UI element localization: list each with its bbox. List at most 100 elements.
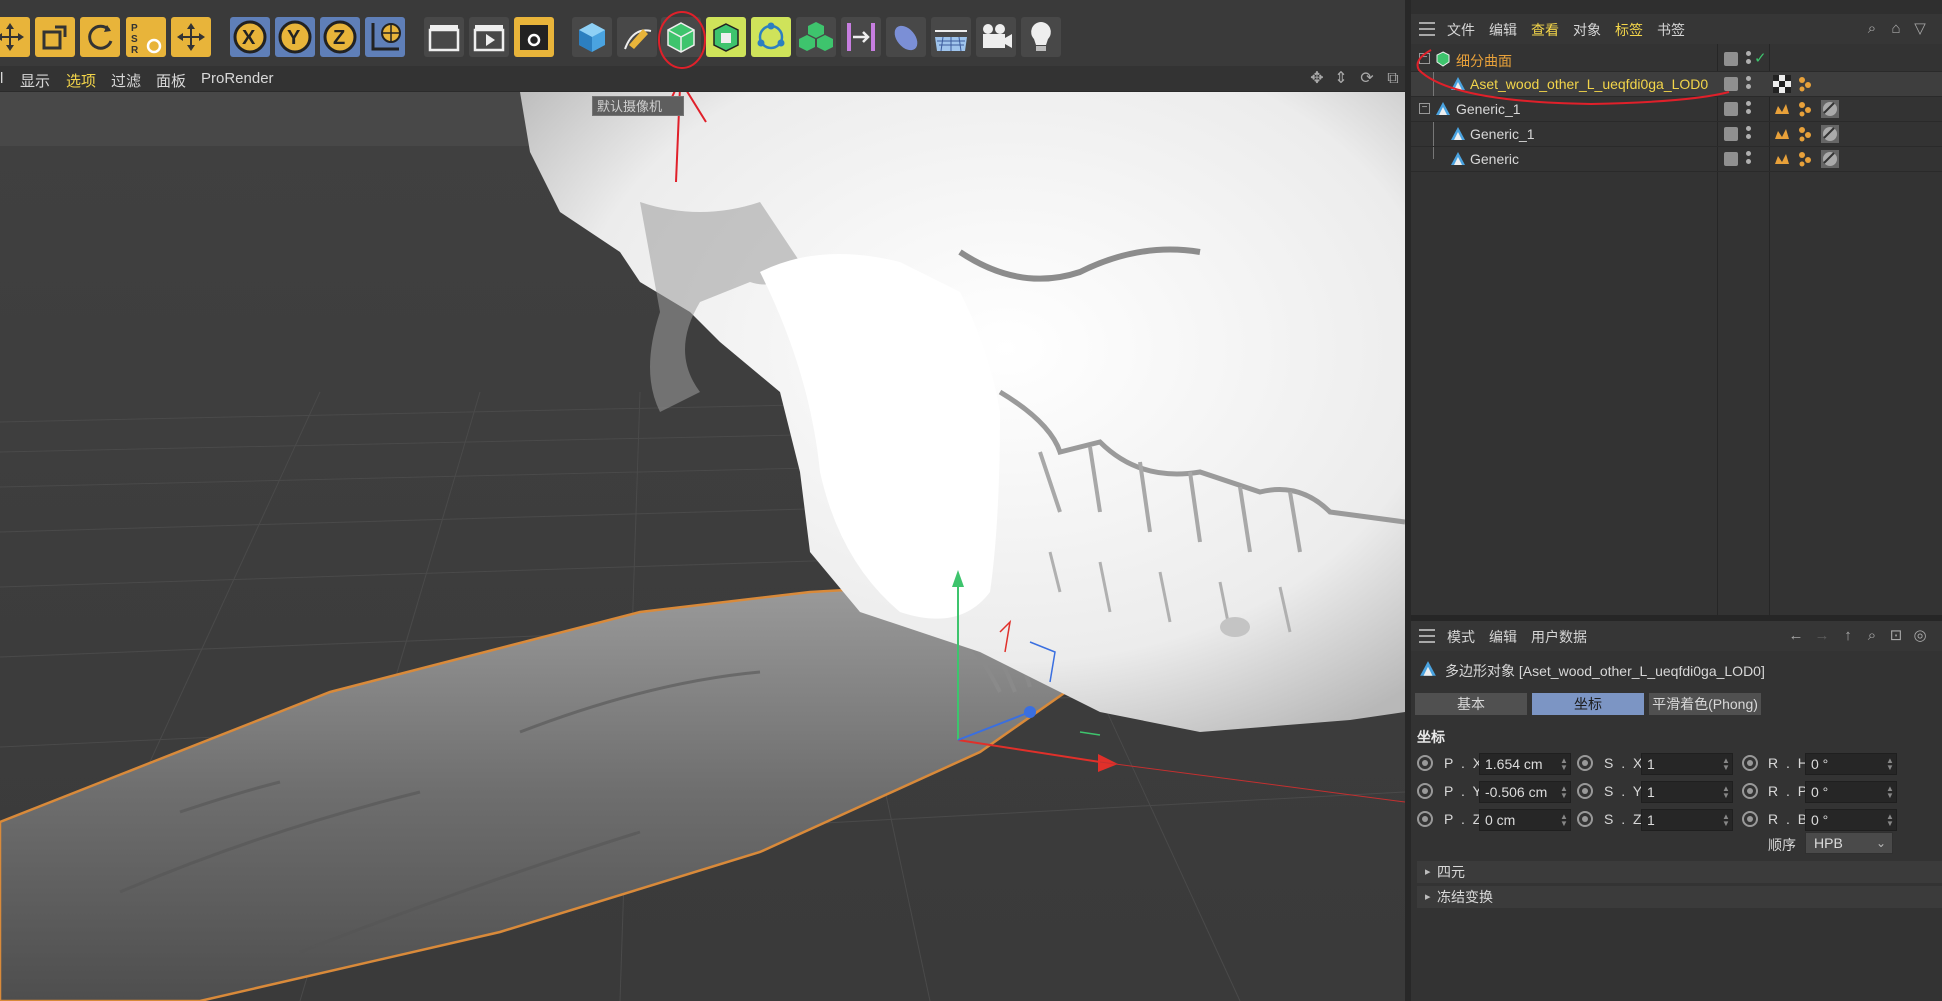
object-row[interactable]: Generic_1 [1411,122,1942,147]
uvw-tag-icon[interactable] [1773,100,1791,118]
menu-bookmarks[interactable]: 书签 [1657,20,1685,40]
render-view-icon[interactable] [424,17,464,57]
menu-edit[interactable]: 编辑 [1489,20,1517,40]
spinner-icon[interactable]: ▲ ▼ [1722,757,1730,772]
rb-field[interactable]: 0 ° ▲ ▼ [1805,809,1897,831]
search-icon[interactable]: ⌕ [1863,20,1881,38]
visibility-dots-icon[interactable] [1746,151,1752,167]
viewport-menu-filter[interactable]: 过滤 [111,70,141,91]
menu-tags[interactable]: 标签 [1615,20,1643,40]
menu-object[interactable]: 对象 [1573,20,1601,40]
spinner-icon[interactable]: ▲ ▼ [1560,757,1568,772]
mograph-cloner-cubes-icon[interactable] [796,17,836,57]
uvw-tag-icon[interactable] [1773,125,1791,143]
render-settings-icon[interactable] [514,17,554,57]
spinner-icon[interactable]: ▲ ▼ [1722,813,1730,828]
pen-spline-icon[interactable] [617,17,657,57]
animate-rb-radio[interactable] [1742,811,1758,827]
pan-view-icon[interactable]: ✥ [1308,70,1326,88]
rh-field[interactable]: 0 ° ▲ ▼ [1805,753,1897,775]
animate-sx-radio[interactable] [1577,755,1593,771]
material-tag-icon[interactable] [1821,100,1839,118]
orbit-view-icon[interactable]: ⟳ [1358,70,1376,88]
render-to-picture-viewer-icon[interactable] [469,17,509,57]
material-tag-icon[interactable] [1821,125,1839,143]
search-icon[interactable]: ⌕ [1863,627,1881,645]
dolly-view-icon[interactable]: ⇕ [1332,70,1350,88]
camera-object-icon[interactable] [976,17,1016,57]
spinner-icon[interactable]: ▲ ▼ [1560,813,1568,828]
viewport-menu-display[interactable]: 显示 [20,70,50,91]
viewport-menu-panel[interactable]: 面板 [156,70,186,91]
back-arrow-icon[interactable]: ← [1787,627,1805,645]
z-axis-lock-icon[interactable]: Z [320,17,360,57]
lock-icon[interactable]: ⊡ [1887,627,1905,645]
viewport-menu-options[interactable]: 选项 [66,70,96,91]
spinner-icon[interactable]: ▲ ▼ [1886,757,1894,772]
move-tool-icon[interactable] [0,17,30,57]
viewport-menu-view[interactable]: l [0,70,3,87]
hamburger-icon[interactable] [1419,22,1435,36]
cloner-icon[interactable] [751,17,791,57]
visibility-dots-icon[interactable] [1746,51,1752,67]
floor-environment-icon[interactable] [931,17,971,57]
field-object-icon[interactable] [886,17,926,57]
maximize-view-icon[interactable]: ⧉ [1384,70,1402,88]
sx-field[interactable]: 1 ▲ ▼ [1641,753,1733,775]
object-name[interactable]: Generic_1 [1470,126,1535,142]
menu-edit[interactable]: 编辑 [1489,627,1517,647]
px-field[interactable]: 1.654 cm ▲ ▼ [1479,753,1571,775]
spinner-icon[interactable]: ▲ ▼ [1886,813,1894,828]
pz-field[interactable]: 0 cm ▲ ▼ [1479,809,1571,831]
psr-tool-icon[interactable]: PSR [126,17,166,57]
x-axis-lock-icon[interactable]: X [230,17,270,57]
rotate-tool-icon[interactable] [80,17,120,57]
animate-px-radio[interactable] [1417,755,1433,771]
phong-tag-icon[interactable] [1797,150,1815,168]
up-arrow-icon[interactable]: ↑ [1839,627,1857,645]
deformer-bend-icon[interactable] [841,17,881,57]
viewport-menu-prorender[interactable]: ProRender [201,70,274,87]
layer-icon[interactable] [1724,152,1738,166]
hamburger-icon[interactable] [1419,629,1435,643]
forward-arrow-icon[interactable]: → [1813,627,1831,645]
cube-object-icon[interactable] [572,17,612,57]
object-name[interactable]: Generic [1470,151,1519,167]
material-tag-icon[interactable] [1821,150,1839,168]
sz-field[interactable]: 1 ▲ ▼ [1641,809,1733,831]
3d-viewport[interactable]: 默认摄像机 [0,92,1405,1001]
animate-py-radio[interactable] [1417,783,1433,799]
spinner-icon[interactable]: ▲ ▼ [1560,785,1568,800]
object-row[interactable]: Generic [1411,147,1942,172]
group-freeze-transform[interactable]: 冻结变换 [1417,886,1942,908]
animate-sy-radio[interactable] [1577,783,1593,799]
target-icon[interactable]: ◎ [1911,627,1929,645]
y-axis-lock-icon[interactable]: Y [275,17,315,57]
scale-tool-icon[interactable] [35,17,75,57]
uvw-tag-icon[interactable] [1773,150,1791,168]
tab-phong[interactable]: 平滑着色(Phong) [1649,693,1761,715]
tab-basic[interactable]: 基本 [1415,693,1527,715]
animate-rp-radio[interactable] [1742,783,1758,799]
light-object-icon[interactable] [1021,17,1061,57]
camera-label[interactable]: 默认摄像机 [592,96,684,116]
menu-file[interactable]: 文件 [1447,20,1475,40]
animate-sz-radio[interactable] [1577,811,1593,827]
home-icon[interactable]: ⌂ [1887,20,1905,38]
phong-tag-icon[interactable] [1797,100,1815,118]
visibility-dots-icon[interactable] [1746,76,1752,92]
spinner-icon[interactable]: ▲ ▼ [1886,785,1894,800]
transform-tool-icon[interactable] [171,17,211,57]
tab-coordinates[interactable]: 坐标 [1532,693,1644,715]
coordinate-system-icon[interactable] [365,17,405,57]
menu-user-data[interactable]: 用户数据 [1531,627,1587,647]
animate-rh-radio[interactable] [1742,755,1758,771]
visibility-dots-icon[interactable] [1746,126,1752,142]
py-field[interactable]: -0.506 cm ▲ ▼ [1479,781,1571,803]
animate-pz-radio[interactable] [1417,811,1433,827]
phong-tag-icon[interactable] [1797,75,1815,93]
menu-mode[interactable]: 模式 [1447,627,1475,647]
phong-tag-icon[interactable] [1797,125,1815,143]
spinner-icon[interactable]: ▲ ▼ [1722,785,1730,800]
group-quaternion[interactable]: 四元 [1417,861,1942,883]
